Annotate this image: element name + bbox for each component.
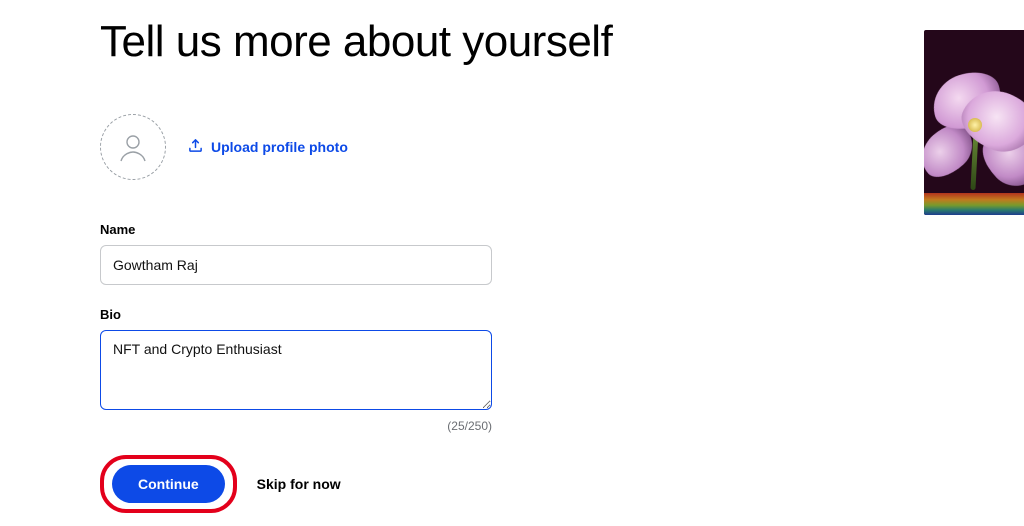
person-icon: [116, 130, 150, 164]
highlight-ring: Continue: [100, 455, 237, 513]
bio-textarea[interactable]: [100, 330, 492, 410]
name-input[interactable]: [100, 245, 492, 285]
action-row: Continue Skip for now: [100, 455, 700, 513]
name-label: Name: [100, 222, 700, 237]
continue-button[interactable]: Continue: [112, 465, 225, 503]
bio-char-count: (25/250): [100, 419, 492, 433]
avatar-placeholder[interactable]: [100, 114, 166, 180]
decorative-side-image: [924, 30, 1024, 215]
bio-label: Bio: [100, 307, 700, 322]
skip-for-now-link[interactable]: Skip for now: [257, 476, 341, 492]
name-field-group: Name: [100, 222, 700, 285]
bio-field-group: Bio (25/250): [100, 307, 700, 433]
profile-photo-row: Upload profile photo: [100, 114, 700, 180]
page-title: Tell us more about yourself: [100, 18, 700, 66]
upload-icon: [188, 138, 203, 156]
upload-link-label: Upload profile photo: [211, 139, 348, 155]
upload-profile-photo-link[interactable]: Upload profile photo: [188, 138, 348, 156]
